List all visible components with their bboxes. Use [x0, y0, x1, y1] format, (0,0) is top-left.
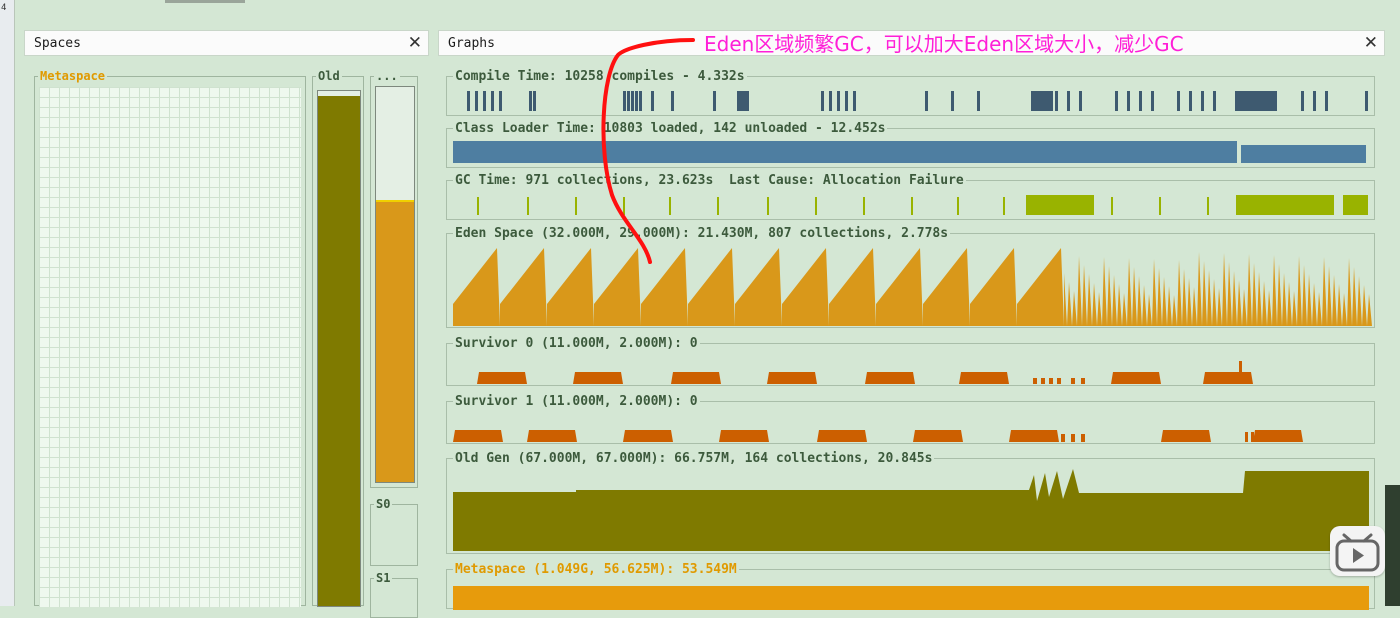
- annotation-arrow: [601, 38, 695, 264]
- annotation-text: Eden区域频繁GC，可以加大Eden区域大小，减少GC: [704, 32, 1184, 56]
- video-logo-icon: [1330, 526, 1385, 576]
- right-side-strip: [1385, 485, 1400, 606]
